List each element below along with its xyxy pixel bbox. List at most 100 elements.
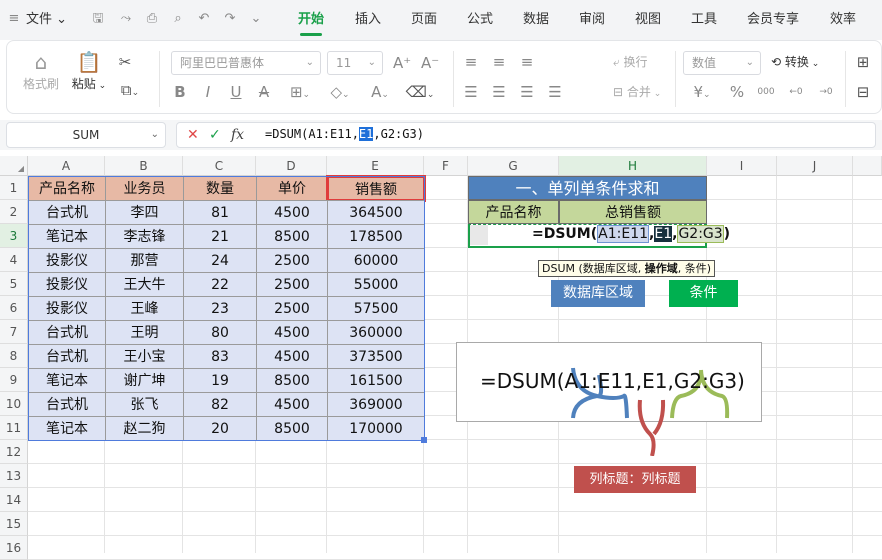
justify-icon[interactable]: ☰ bbox=[547, 83, 563, 101]
table-cell[interactable]: 178500 bbox=[327, 224, 425, 249]
formula-input[interactable]: =DSUM(A1:E11,E1,G2:G3) bbox=[265, 127, 424, 141]
print-icon[interactable]: ⎙ bbox=[144, 11, 160, 27]
table-header-cell[interactable]: 单价 bbox=[256, 176, 328, 201]
convert-button[interactable]: ⟲ 转换 ⌄ bbox=[771, 53, 819, 73]
paste-button[interactable]: 📋 粘贴 ⌄ bbox=[67, 49, 111, 92]
row-header-6[interactable]: 6 bbox=[0, 296, 28, 320]
row-header-5[interactable]: 5 bbox=[0, 272, 28, 296]
table-cell[interactable]: 笔记本 bbox=[28, 368, 106, 393]
font-color-icon[interactable]: A⌄ bbox=[365, 83, 395, 104]
font-size-select[interactable]: 11 ⌄ bbox=[327, 51, 383, 75]
tab-home[interactable]: 开始 bbox=[298, 0, 324, 40]
table-cell[interactable]: 57500 bbox=[327, 296, 425, 321]
column-header-i[interactable]: I bbox=[707, 156, 777, 176]
column-header-b[interactable]: B bbox=[105, 156, 183, 176]
table-cell[interactable]: 2500 bbox=[256, 272, 328, 297]
table-cell[interactable]: 373500 bbox=[327, 344, 425, 369]
criteria-header-cell[interactable]: 产品名称 bbox=[468, 200, 559, 224]
fill-handle[interactable] bbox=[421, 437, 427, 443]
table-cell[interactable]: 王明 bbox=[105, 320, 184, 345]
table-cell[interactable]: 王峰 bbox=[105, 296, 184, 321]
name-box[interactable]: SUM ⌄ bbox=[6, 122, 166, 148]
select-all-corner[interactable]: ◢ bbox=[0, 156, 28, 176]
align-center-icon[interactable]: ☰ bbox=[491, 83, 507, 101]
border-icon[interactable]: ⊞⌄ bbox=[285, 83, 315, 104]
decrease-font-icon[interactable]: A⁻ bbox=[421, 54, 439, 72]
table-cell[interactable]: 24 bbox=[183, 248, 257, 273]
row-header-3[interactable]: 3 bbox=[0, 224, 28, 248]
table-cell[interactable]: 8500 bbox=[256, 416, 328, 441]
undo-icon[interactable]: ↶ bbox=[196, 11, 212, 27]
table-cell[interactable]: 60000 bbox=[327, 248, 425, 273]
percent-icon[interactable]: % bbox=[729, 83, 745, 101]
cell-style-icon[interactable]: ⊟ bbox=[855, 83, 871, 101]
table-header-cell[interactable]: 产品名称 bbox=[28, 176, 106, 201]
row-header-8[interactable]: 8 bbox=[0, 344, 28, 368]
table-cell[interactable]: 投影仪 bbox=[28, 248, 106, 273]
table-cell[interactable]: 4500 bbox=[256, 320, 328, 345]
row-header-4[interactable]: 4 bbox=[0, 248, 28, 272]
table-cell[interactable]: 170000 bbox=[327, 416, 425, 441]
number-format-select[interactable]: 数值 ⌄ bbox=[683, 51, 761, 75]
table-cell[interactable]: 369000 bbox=[327, 392, 425, 417]
table-cell[interactable]: 80 bbox=[183, 320, 257, 345]
active-formula-cell[interactable]: =DSUM(A1:E11,E1,G2:G3) bbox=[468, 224, 730, 248]
redo-icon[interactable]: ↷ bbox=[222, 11, 238, 27]
table-cell[interactable]: 4500 bbox=[256, 392, 328, 417]
table-header-cell[interactable]: 数量 bbox=[183, 176, 257, 201]
decrease-decimal-icon[interactable]: →0 bbox=[815, 83, 837, 101]
table-cell[interactable]: 台式机 bbox=[28, 392, 106, 417]
table-cell[interactable]: 谢广坤 bbox=[105, 368, 184, 393]
align-bottom-icon[interactable]: ≡ bbox=[519, 53, 535, 71]
row-header-2[interactable]: 2 bbox=[0, 200, 28, 224]
row-header-1[interactable]: 1 bbox=[0, 176, 28, 200]
share-icon[interactable]: ⤳ bbox=[118, 11, 134, 27]
table-cell[interactable]: 李四 bbox=[105, 200, 184, 225]
thousands-separator-icon[interactable]: 000 bbox=[755, 83, 777, 101]
bold-icon[interactable]: B bbox=[173, 83, 187, 101]
table-cell[interactable]: 20 bbox=[183, 416, 257, 441]
table-cell[interactable]: 投影仪 bbox=[28, 296, 106, 321]
column-header-j[interactable]: J bbox=[777, 156, 853, 176]
row-header-15[interactable]: 15 bbox=[0, 512, 28, 536]
table-cell[interactable]: 台式机 bbox=[28, 200, 106, 225]
tab-member[interactable]: 会员专享 bbox=[747, 0, 799, 40]
tab-review[interactable]: 审阅 bbox=[579, 0, 605, 40]
table-cell[interactable]: 那营 bbox=[105, 248, 184, 273]
table-cell[interactable]: 张飞 bbox=[105, 392, 184, 417]
file-menu[interactable]: 文件 ⌄ bbox=[26, 0, 67, 40]
align-top-icon[interactable]: ≡ bbox=[463, 53, 479, 71]
tab-tools[interactable]: 工具 bbox=[691, 0, 717, 40]
table-style-icon[interactable]: ⊞ bbox=[855, 53, 871, 71]
table-cell[interactable]: 360000 bbox=[327, 320, 425, 345]
column-header-f[interactable]: F bbox=[424, 156, 468, 176]
table-cell[interactable]: 台式机 bbox=[28, 320, 106, 345]
table-cell[interactable]: 81 bbox=[183, 200, 257, 225]
format-painter-button[interactable]: ⌂ 格式刷 bbox=[19, 49, 63, 92]
italic-icon[interactable]: I bbox=[201, 83, 215, 101]
strikethrough-icon[interactable]: A bbox=[257, 83, 271, 101]
row-header-14[interactable]: 14 bbox=[0, 488, 28, 512]
tab-data[interactable]: 数据 bbox=[523, 0, 549, 40]
font-name-select[interactable]: 阿里巴巴普惠体 ⌄ bbox=[171, 51, 321, 75]
fill-color-icon[interactable]: ◇⌄ bbox=[325, 83, 355, 104]
table-cell[interactable]: 2500 bbox=[256, 248, 328, 273]
row-header-16[interactable]: 16 bbox=[0, 536, 28, 560]
confirm-icon[interactable]: ✓ bbox=[209, 126, 221, 144]
quick-access-dropdown-icon[interactable]: ⌄ bbox=[248, 11, 264, 27]
table-cell[interactable]: 19 bbox=[183, 368, 257, 393]
tab-insert[interactable]: 插入 bbox=[355, 0, 381, 40]
column-header-h[interactable]: H bbox=[559, 156, 707, 176]
table-cell[interactable]: 364500 bbox=[327, 200, 425, 225]
table-cell[interactable]: 笔记本 bbox=[28, 224, 106, 249]
criteria-value-cell[interactable] bbox=[470, 225, 488, 245]
column-header-extra[interactable] bbox=[853, 156, 882, 176]
column-header-c[interactable]: C bbox=[183, 156, 256, 176]
copy-icon[interactable]: ⧉⌄ bbox=[115, 81, 145, 102]
table-cell[interactable]: 21 bbox=[183, 224, 257, 249]
column-header-e[interactable]: E bbox=[327, 156, 424, 176]
fx-icon[interactable]: fx bbox=[231, 126, 244, 144]
increase-font-icon[interactable]: A⁺ bbox=[393, 54, 411, 72]
table-cell[interactable]: 8500 bbox=[256, 368, 328, 393]
table-cell[interactable]: 2500 bbox=[256, 296, 328, 321]
